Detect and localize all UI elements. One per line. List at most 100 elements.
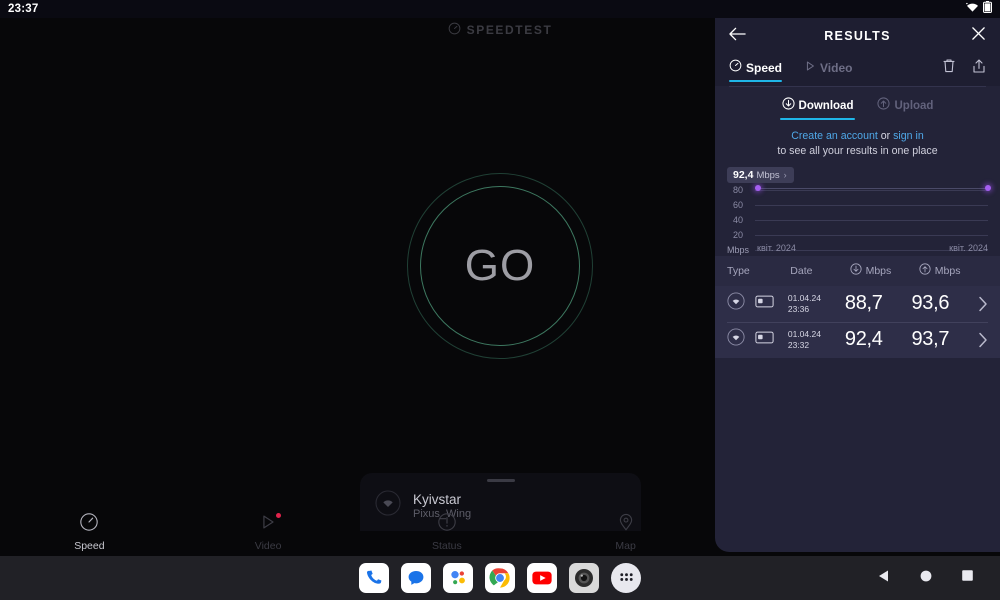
chrome-icon[interactable] [485,563,515,593]
column-upload-label: Mbps [934,264,961,277]
recents-nav-icon[interactable] [961,569,974,587]
wifi-icon [966,0,979,18]
column-upload: Mbps [919,263,988,278]
speedometer-icon [729,59,742,77]
chart-series-line [755,187,988,189]
download-arrow-icon [850,263,862,278]
nav-item-video[interactable]: Video [179,512,358,552]
row-upload: 93,6 [911,292,950,315]
row-date: 01.04.24 [787,329,821,340]
sign-in-link[interactable]: sign in [893,130,924,142]
metric-upload-label: Upload [894,100,934,112]
chevron-right-icon[interactable] [978,296,988,312]
status-clock: 23:37 [8,3,39,15]
metric-download-label: Download [798,100,854,112]
go-label: GO [464,241,536,290]
play-triangle-icon [258,512,278,537]
metric-toggle: Download Upload [715,87,1000,126]
share-icon[interactable] [972,58,986,79]
chart-ytick-40: 40 [733,214,744,225]
wifi-icon [727,292,745,315]
nav-label-status: Status [431,540,462,552]
chart-tooltip[interactable]: 92,4 Mbps › [727,166,794,183]
chevron-right-icon: › [783,169,787,180]
row-time: 23:32 [787,339,810,350]
arrow-left-icon[interactable] [729,27,746,46]
nav-label-map: Map [615,540,636,552]
speedometer-icon [79,512,99,537]
chart-gridline [755,219,988,221]
panel-title: RESULTS [824,29,891,43]
close-icon[interactable] [971,26,986,46]
tab-video-label: Video [820,60,853,75]
nav-item-status[interactable]: Status [358,512,537,552]
tab-speed-label: Speed [746,60,783,75]
android-taskbar [0,556,1000,600]
promo-or: or [877,130,894,142]
row-date: 01.04.24 [787,293,821,304]
phone-icon[interactable] [359,563,389,593]
chart-xtick-start: квіт. 2024 [757,242,796,253]
nav-item-map[interactable]: Map [536,512,715,552]
row-icons [727,292,788,315]
row-upload: 93,7 [911,328,950,351]
column-date: Date [790,264,813,277]
go-button[interactable]: GO [407,173,593,359]
chart-ytick-60: 60 [733,199,744,210]
back-nav-icon[interactable] [877,569,891,588]
results-panel: RESULTS Speed Video Download Upload Crea… [715,18,1000,552]
brand-text: SPEEDTEST [466,23,553,37]
table-row[interactable]: 01.04.24 23:32 92,4 93,7 [715,321,1000,358]
table-row[interactable]: 01.04.24 23:36 88,7 93,6 [715,285,1000,322]
results-chart: 92,4 Mbps › 80 60 40 20 Mbps квіт. 2024 … [727,166,991,255]
download-arrow-icon [781,97,795,115]
chart-gridline [755,189,988,191]
panel-header: RESULTS [715,18,1000,54]
row-download: 88,7 [844,292,883,315]
account-promo: Create an account or sign in to see all … [715,126,1000,160]
assistant-icon[interactable] [443,563,473,593]
chart-gridline [755,204,988,206]
chart-xtick-end: квіт. 2024 [949,242,988,253]
tooltip-unit: Mbps [756,169,780,181]
tab-video[interactable]: Video [804,59,852,82]
status-bar: 23:37 [0,0,1000,18]
row-download: 92,4 [844,328,883,351]
metric-download[interactable]: Download [779,97,856,120]
promo-subtitle: to see all your results in one place [777,145,938,158]
messages-icon[interactable] [401,563,431,593]
create-account-link[interactable]: Create an account [791,130,878,142]
upload-arrow-icon [919,263,931,278]
tablet-icon [755,330,774,350]
column-type: Type [727,264,750,277]
chart-ytick-20: 20 [733,229,744,240]
chart-unit-label: Mbps [727,244,750,255]
youtube-icon[interactable] [527,563,557,593]
metric-upload[interactable]: Upload [877,97,933,120]
video-badge-dot [276,513,282,518]
status-system-icons [966,0,992,18]
camera-icon[interactable] [569,563,599,593]
app-drawer-icon[interactable] [611,563,641,593]
results-table-header: Type Date Mbps Mbps [715,255,1000,286]
row-icons [727,328,788,351]
battery-icon [983,0,992,18]
row-datetime: 01.04.24 23:32 [788,329,845,350]
nav-item-speed[interactable]: Speed [0,512,179,552]
tab-speed[interactable]: Speed [729,59,783,82]
row-datetime: 01.04.24 23:36 [788,293,845,314]
chart-point[interactable] [755,184,761,191]
tablet-icon [755,294,774,314]
tooltip-value: 92,4 [733,168,754,181]
play-triangle-icon [804,59,816,77]
chevron-right-icon[interactable] [978,332,988,348]
home-nav-icon[interactable] [919,569,933,588]
chart-point[interactable] [985,184,991,191]
drag-handle[interactable] [486,479,515,482]
wifi-icon [727,328,745,351]
screen: 23:37 SPEEDTEST GO Kyivstar Pixus_Wing S… [0,0,1000,600]
exclamation-icon [437,512,457,537]
nav-label-video: Video [254,540,282,552]
delete-icon[interactable] [942,58,956,79]
panel-actions [942,58,986,83]
